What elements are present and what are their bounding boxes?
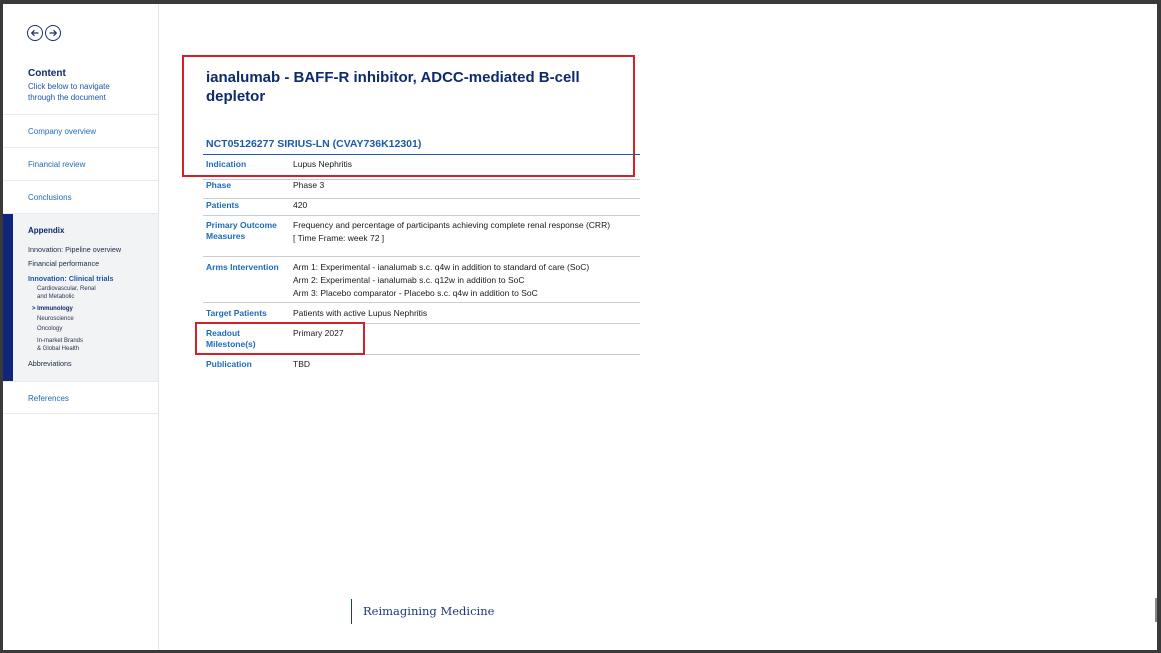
scroll-marker (1155, 598, 1157, 622)
appendix-subitem-line: Cardiovascular, Renal (37, 286, 96, 292)
table-row-indication: Indication Lupus Nephritis (203, 159, 640, 180)
appendix-subitem-oncology[interactable]: Oncology (37, 325, 62, 333)
arm-line: Arm 3: Placebo comparator - Placebo s.c.… (293, 288, 538, 298)
row-value: Lupus Nephritis (293, 159, 353, 169)
appendix-subitem-neuroscience[interactable]: Neuroscience (37, 315, 74, 323)
trial-id: NCT05126277 SIRIUS-LN (CVAY736K12301) (206, 138, 422, 150)
sidebar-link-company-overview[interactable]: Company overview (3, 114, 158, 147)
row-value: TBD (293, 359, 310, 369)
content-title: Content (28, 68, 66, 79)
row-label: Readout Milestone(s) (206, 328, 256, 349)
arm-line: Arm 2: Experimental - ianalumab s.c. q12… (293, 275, 525, 285)
table-row-arms: Arms Intervention Arm 1: Experimental - … (203, 262, 640, 303)
arm-line: Arm 1: Experimental - ianalumab s.c. q4w… (293, 262, 590, 272)
content-subtitle: Click below to navigate through the docu… (28, 82, 153, 103)
appendix-subitem-inmarket[interactable]: In-market Brands & Global Health (37, 337, 83, 353)
row-label: Arms Intervention (206, 262, 279, 272)
sidebar-link-financial-review[interactable]: Financial review (3, 147, 158, 180)
appendix-item-clinical-trials[interactable]: Innovation: Clinical trials (28, 274, 113, 283)
appendix-section: Appendix Innovation: Pipeline overview F… (3, 213, 158, 381)
row-label: Publication (206, 359, 252, 369)
row-value-line: Frequency and percentage of participants… (293, 220, 611, 230)
appendix-item-abbreviations[interactable]: Abbreviations (28, 359, 72, 368)
page-title: ianalumab - BAFF-R inhibitor, ADCC-media… (206, 69, 580, 105)
active-section-bar (3, 214, 13, 381)
content-header: Content Click below to navigate through … (28, 68, 153, 103)
appendix-title[interactable]: Appendix (28, 226, 64, 235)
sidebar: Content Click below to navigate through … (3, 4, 159, 650)
row-label: Indication (206, 159, 247, 169)
row-value: Phase 3 (293, 180, 325, 190)
sidebar-link-references[interactable]: References (3, 381, 158, 414)
table-row-publication: Publication TBD (203, 359, 640, 373)
row-value: Frequency and percentage of participants… (293, 220, 643, 244)
appendix-subitem-line: & Global Health (37, 346, 80, 352)
nav-arrows (27, 25, 61, 41)
appendix-subitem-immunology[interactable]: > Immunology (32, 305, 73, 313)
table-row-patients: Patients 420 (203, 200, 640, 216)
row-label: Primary Outcome Measures (206, 220, 277, 241)
row-label: Phase (206, 180, 232, 190)
footer-brand: Reimagining Medicine (351, 599, 494, 624)
appendix-item-pipeline[interactable]: Innovation: Pipeline overview (28, 245, 121, 254)
row-value: Arm 1: Experimental - ianalumab s.c. q4w… (293, 262, 643, 299)
row-value-line: [ Time Frame: week 72 ] (293, 233, 385, 243)
arrow-left-icon[interactable] (27, 25, 43, 41)
arrow-right-icon[interactable] (45, 25, 61, 41)
sidebar-link-conclusions[interactable]: Conclusions (3, 180, 158, 213)
row-value: Patients with active Lupus Nephritis (293, 308, 428, 318)
table-row-target-patients: Target Patients Patients with active Lup… (203, 308, 640, 324)
row-label: Patients (206, 200, 240, 210)
row-value: Primary 2027 (293, 328, 344, 338)
title-divider (203, 154, 640, 155)
table-row-phase: Phase Phase 3 (203, 180, 640, 199)
row-value: 420 (293, 200, 308, 210)
appendix-item-financial-performance[interactable]: Financial performance (28, 259, 99, 268)
table-row-primary-outcome: Primary Outcome Measures Frequency and p… (203, 220, 640, 257)
table-row-readout: Readout Milestone(s) Primary 2027 (203, 328, 640, 355)
appendix-subitem-cardio[interactable]: Cardiovascular, Renal and Metabolic (37, 285, 96, 301)
appendix-subitem-line: and Metabolic (37, 294, 75, 300)
content-subtitle-line: through the document (28, 92, 106, 102)
content-subtitle-line: Click below to navigate (28, 82, 110, 91)
appendix-subitem-line: In-market Brands (37, 338, 84, 344)
row-label: Target Patients (206, 308, 267, 318)
